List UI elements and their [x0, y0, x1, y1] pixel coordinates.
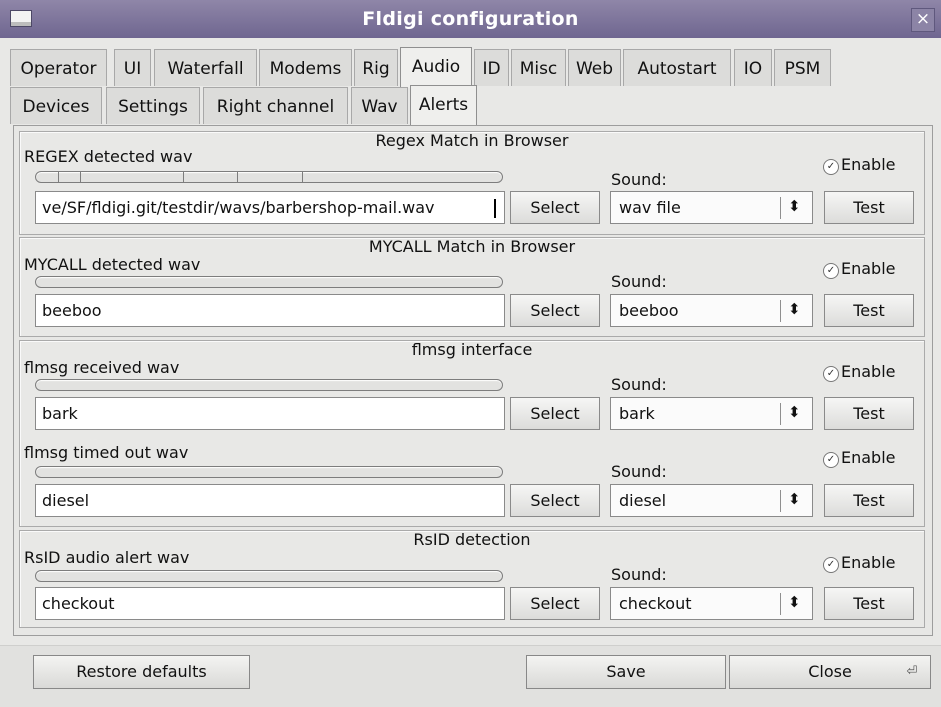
flmsg-received-label: flmsg received wav — [24, 358, 180, 377]
window-title: Fldigi configuration — [362, 8, 579, 30]
rsid-test-button[interactable]: Test — [824, 587, 914, 620]
tab-web[interactable]: Web — [568, 49, 621, 86]
mycall-sound-value: beeboo — [619, 301, 679, 320]
title-bar: Fldigi configuration × — [0, 0, 941, 38]
flmsg-timedout-sound-select[interactable]: diesel ⬍ — [610, 484, 813, 517]
text-caret — [494, 199, 496, 218]
tab-autostart[interactable]: Autostart — [623, 49, 731, 86]
tab-id[interactable]: ID — [474, 49, 509, 86]
mycall-sound-select[interactable]: beeboo ⬍ — [610, 294, 813, 327]
mycall-sound-label: Sound: — [611, 272, 667, 291]
mycall-group: MYCALL Match in Browser MYCALL detected … — [19, 237, 925, 337]
rsid-wav-label: RsID audio alert wav — [24, 548, 190, 567]
regex-group: Regex Match in Browser REGEX detected wa… — [19, 131, 925, 235]
close-window-icon[interactable]: × — [911, 8, 935, 32]
flmsg-group-title: flmsg interface — [411, 340, 533, 359]
regex-enable-label[interactable]: Enable — [841, 155, 896, 174]
flmsg-timedout-select-button[interactable]: Select — [510, 484, 600, 517]
tab-wav[interactable]: Wav — [351, 87, 408, 124]
close-button[interactable]: Close ⏎ — [729, 655, 931, 689]
checkmark-icon[interactable]: ✓ — [823, 366, 839, 382]
save-button[interactable]: Save — [526, 655, 726, 689]
tab-waterfall[interactable]: Waterfall — [154, 49, 257, 86]
rsid-wav-file-value: checkout — [42, 594, 115, 613]
close-button-label: Close — [808, 662, 852, 681]
flmsg-timedout-enable-label[interactable]: Enable — [841, 448, 896, 467]
tab-audio[interactable]: Audio — [400, 47, 472, 88]
rsid-sound-value: checkout — [619, 594, 692, 613]
checkmark-icon[interactable]: ✓ — [823, 452, 839, 468]
regex-sound-label: Sound: — [611, 170, 667, 189]
tab-ui[interactable]: UI — [114, 49, 151, 86]
regex-slider[interactable] — [35, 171, 503, 183]
tab-alerts[interactable]: Alerts — [410, 85, 477, 126]
regex-sound-select[interactable]: wav file ⬍ — [610, 191, 813, 224]
tab-settings[interactable]: Settings — [106, 87, 200, 124]
rsid-group-title: RsID detection — [413, 530, 531, 549]
rsid-wav-file-input[interactable]: checkout — [35, 587, 505, 620]
footer-bar: Restore defaults Save Close ⏎ — [0, 645, 941, 707]
mycall-wav-label: MYCALL detected wav — [24, 255, 201, 274]
flmsg-timedout-sound-label: Sound: — [611, 462, 667, 481]
flmsg-received-enable-label[interactable]: Enable — [841, 362, 896, 381]
updown-arrows-icon: ⬍ — [788, 403, 801, 421]
rsid-group: RsID detection RsID audio alert wav chec… — [19, 530, 925, 628]
checkmark-icon[interactable]: ✓ — [823, 557, 839, 573]
tab-devices[interactable]: Devices — [10, 87, 102, 124]
flmsg-timedout-label: flmsg timed out wav — [24, 443, 189, 462]
flmsg-received-select-button[interactable]: Select — [510, 397, 600, 430]
mycall-enable-label[interactable]: Enable — [841, 259, 896, 278]
tab-operator[interactable]: Operator — [10, 49, 107, 86]
mycall-wav-file-input[interactable]: beeboo — [35, 294, 505, 327]
flmsg-group: flmsg interface flmsg received wav bark … — [19, 340, 925, 527]
regex-select-button[interactable]: Select — [510, 191, 600, 224]
checkmark-icon[interactable]: ✓ — [823, 159, 839, 175]
flmsg-timedout-sound-value: diesel — [619, 491, 667, 510]
rsid-sound-select[interactable]: checkout ⬍ — [610, 587, 813, 620]
regex-wav-label: REGEX detected wav — [24, 147, 193, 166]
tab-rig[interactable]: Rig — [354, 49, 398, 86]
restore-defaults-button[interactable]: Restore defaults — [33, 655, 250, 689]
alerts-panel: Regex Match in Browser REGEX detected wa… — [13, 125, 933, 636]
return-key-icon: ⏎ — [906, 664, 918, 679]
flmsg-timedout-slider[interactable] — [35, 466, 503, 478]
flmsg-timedout-file-value: diesel — [42, 491, 90, 510]
tab-psm[interactable]: PSM — [774, 49, 831, 86]
tab-right-channel[interactable]: Right channel — [203, 87, 348, 124]
mycall-select-button[interactable]: Select — [510, 294, 600, 327]
flmsg-timedout-file-input[interactable]: diesel — [35, 484, 505, 517]
checkmark-icon[interactable]: ✓ — [823, 263, 839, 279]
updown-arrows-icon: ⬍ — [788, 197, 801, 215]
flmsg-received-file-input[interactable]: bark — [35, 397, 505, 430]
flmsg-received-sound-select[interactable]: bark ⬍ — [610, 397, 813, 430]
regex-sound-value: wav file — [619, 198, 681, 217]
flmsg-received-sound-label: Sound: — [611, 375, 667, 394]
regex-test-button[interactable]: Test — [824, 191, 914, 224]
flmsg-received-file-value: bark — [42, 404, 78, 423]
rsid-slider[interactable] — [35, 570, 503, 582]
flmsg-received-sound-value: bark — [619, 404, 655, 423]
flmsg-received-test-button[interactable]: Test — [824, 397, 914, 430]
tab-io[interactable]: IO — [734, 49, 772, 86]
flmsg-received-slider[interactable] — [35, 379, 503, 391]
mycall-wav-file-value: beeboo — [42, 301, 102, 320]
rsid-select-button[interactable]: Select — [510, 587, 600, 620]
updown-arrows-icon: ⬍ — [788, 593, 801, 611]
regex-wav-file-input[interactable]: ve/SF/fldigi.git/testdir/wavs/barbershop… — [35, 191, 505, 224]
mycall-group-title: MYCALL Match in Browser — [368, 237, 576, 256]
flmsg-timedout-test-button[interactable]: Test — [824, 484, 914, 517]
rsid-enable-label[interactable]: Enable — [841, 553, 896, 572]
mycall-test-button[interactable]: Test — [824, 294, 914, 327]
updown-arrows-icon: ⬍ — [788, 490, 801, 508]
regex-wav-file-value: ve/SF/fldigi.git/testdir/wavs/barbershop… — [42, 198, 435, 217]
tab-modems[interactable]: Modems — [259, 49, 352, 86]
tab-misc[interactable]: Misc — [511, 49, 566, 86]
fldigi-configuration-window: Fldigi configuration × Operator UI Water… — [0, 0, 941, 707]
rsid-sound-label: Sound: — [611, 565, 667, 584]
updown-arrows-icon: ⬍ — [788, 300, 801, 318]
mycall-slider[interactable] — [35, 276, 503, 288]
